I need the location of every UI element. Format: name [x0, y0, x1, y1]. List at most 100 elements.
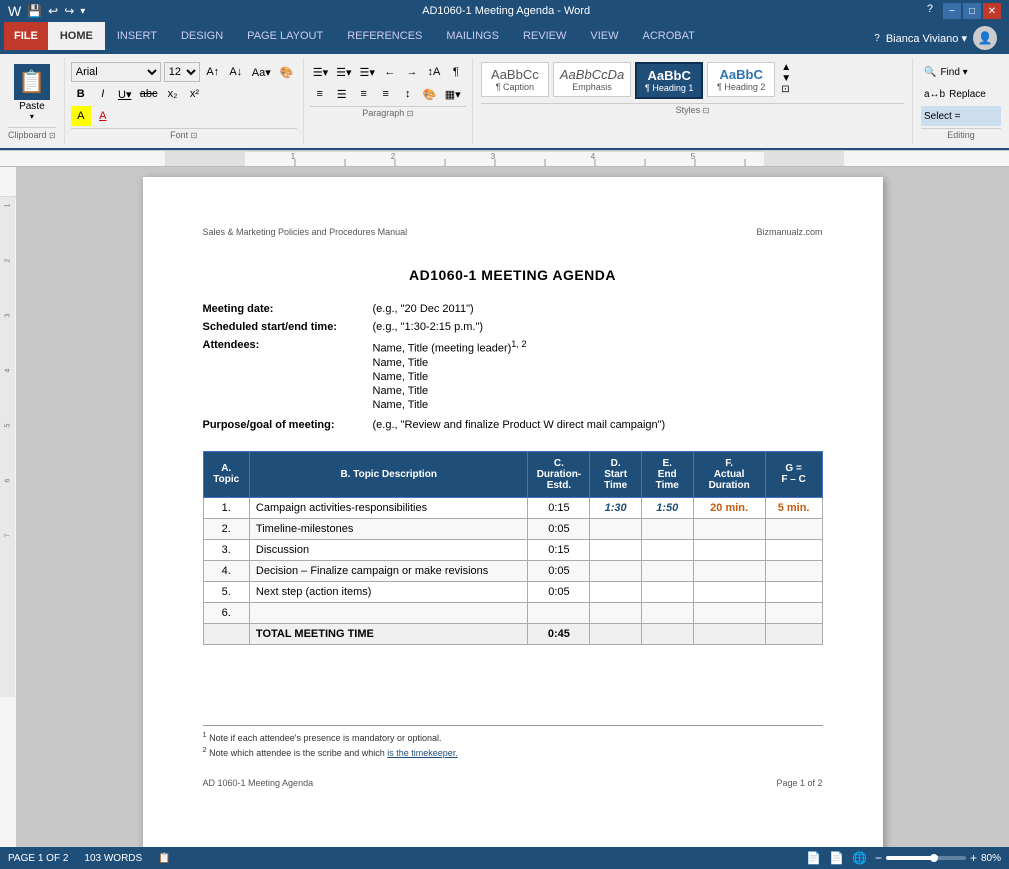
subscript-button[interactable]: x₂	[162, 84, 182, 104]
show-paragraph-button[interactable]: ¶	[446, 62, 466, 82]
zoom-out-button[interactable]: −	[875, 851, 882, 865]
align-left-button[interactable]: ≡	[310, 84, 330, 104]
row1-start: 1:30	[590, 497, 642, 518]
font-size-select[interactable]: 12	[164, 62, 200, 82]
bold-button[interactable]: B	[71, 84, 91, 104]
table-row: 5. Next step (action items) 0:05	[203, 581, 822, 602]
document-title: AD1060-1 Meeting Agenda - Word	[422, 5, 590, 17]
vertical-ruler: 1 2 3 4 5 6 7	[0, 167, 16, 868]
row1-duration: 0:15	[528, 497, 590, 518]
align-center-button[interactable]: ☰	[332, 84, 352, 104]
underline-button[interactable]: U▾	[115, 84, 135, 104]
find-icon: 🔍	[924, 67, 936, 78]
close-button[interactable]: ✕	[983, 3, 1001, 19]
font-color-button[interactable]: A	[93, 106, 113, 126]
row3-duration: 0:15	[528, 539, 590, 560]
zoom-in-button[interactable]: +	[970, 851, 977, 865]
style-emphasis[interactable]: AaBbCcDa Emphasis	[553, 62, 631, 97]
zoom-level[interactable]: 80%	[981, 853, 1001, 864]
find-button[interactable]: 🔍 Find ▾	[921, 62, 1001, 82]
maximize-button[interactable]: □	[963, 3, 981, 19]
styles-group: AaBbCc ¶ Caption AaBbCcDa Emphasis AaBbC…	[473, 58, 913, 144]
shading-button[interactable]: 🎨	[420, 84, 440, 104]
view-mode-web[interactable]: 🌐	[852, 851, 867, 865]
username[interactable]: Bianca Viviano ▾	[886, 32, 967, 45]
paragraph-label: Paragraph ⊡	[310, 106, 466, 118]
minimize-button[interactable]: −	[943, 3, 961, 19]
tab-mailings[interactable]: MAILINGS	[434, 22, 511, 50]
justify-button[interactable]: ≡	[376, 84, 396, 104]
bullet-list-button[interactable]: ☰▾	[310, 62, 331, 82]
attendee-5: Name, Title	[373, 399, 823, 411]
italic-button[interactable]: I	[93, 84, 113, 104]
zoom-bar[interactable]	[886, 856, 966, 860]
zoom-controls: − + 80%	[875, 851, 1001, 865]
styles-scroll-up[interactable]: ▲ ▼ ⊡	[781, 62, 791, 95]
row4-desc: Decision – Finalize campaign or make rev…	[249, 560, 528, 581]
font-label: Font ⊡	[71, 128, 297, 140]
row4-diff	[765, 560, 822, 581]
tab-references[interactable]: REFERENCES	[335, 22, 434, 50]
replace-button[interactable]: a↔b Replace	[921, 84, 1001, 104]
select-button[interactable]: Select =	[921, 106, 1001, 126]
document-area: 1 2 3 4 5 6 7 Sales & Marketing Policies…	[0, 167, 1009, 868]
word-count: 103 WORDS	[84, 853, 142, 864]
total-actual	[693, 623, 765, 644]
text-highlight-button[interactable]: A	[71, 106, 91, 126]
tab-home[interactable]: HOME	[48, 22, 105, 50]
row4-duration: 0:05	[528, 560, 590, 581]
row6-diff	[765, 602, 822, 623]
tab-page-layout[interactable]: PAGE LAYOUT	[235, 22, 335, 50]
tab-file[interactable]: FILE	[4, 22, 48, 50]
grow-font-button[interactable]: A↑	[203, 62, 223, 82]
row4-start	[590, 560, 642, 581]
row3-diff	[765, 539, 822, 560]
align-right-button[interactable]: ≡	[354, 84, 374, 104]
total-end	[641, 623, 693, 644]
styles-label: Styles ⊡	[481, 103, 904, 115]
line-spacing-button[interactable]: ↕	[398, 84, 418, 104]
multilevel-list-button[interactable]: ☰▾	[357, 62, 378, 82]
scheduled-label: Scheduled start/end time:	[203, 321, 373, 333]
ribbon: FILE HOME INSERT DESIGN PAGE LAYOUT REFE…	[0, 22, 1009, 151]
superscript-button[interactable]: x²	[184, 84, 204, 104]
style-caption[interactable]: AaBbCc ¶ Caption	[481, 62, 549, 97]
ruler-markings: 1 2 3 4 5 6	[245, 151, 764, 167]
paste-button[interactable]: 📋 Paste ▾	[10, 62, 54, 127]
user-avatar: 👤	[973, 26, 997, 50]
svg-text:1: 1	[291, 152, 296, 161]
increase-indent-button[interactable]: →	[402, 62, 422, 82]
tab-design[interactable]: DESIGN	[169, 22, 235, 50]
row1-end: 1:50	[641, 497, 693, 518]
style-heading1[interactable]: AaBbC ¶ Heading 1	[635, 62, 703, 99]
quick-access-redo[interactable]: ↪	[64, 4, 74, 18]
change-case-button[interactable]: Aa▾	[249, 62, 274, 82]
tab-review[interactable]: REVIEW	[511, 22, 578, 50]
sort-button[interactable]: ↕A	[424, 62, 444, 82]
tab-view[interactable]: VIEW	[578, 22, 630, 50]
decrease-indent-button[interactable]: ←	[380, 62, 400, 82]
tab-insert[interactable]: INSERT	[105, 22, 169, 50]
quick-access-save[interactable]: 💾	[27, 4, 42, 18]
clear-format-button[interactable]: 🎨	[277, 62, 297, 82]
tab-acrobat[interactable]: ACROBAT	[630, 22, 706, 50]
numbered-list-button[interactable]: ☰▾	[333, 62, 354, 82]
attendees-values: Name, Title (meeting leader)1, 2 Name, T…	[373, 339, 823, 413]
font-name-select[interactable]: Arial	[71, 62, 161, 82]
user-area[interactable]: ? Bianca Viviano ▾ 👤	[862, 22, 1009, 54]
quick-access-more[interactable]: ▾	[80, 6, 85, 17]
shrink-font-button[interactable]: A↓	[226, 62, 246, 82]
row2-desc: Timeline-milestones	[249, 518, 528, 539]
proofing-icon[interactable]: 📋	[158, 853, 170, 864]
style-heading2[interactable]: AaBbC ¶ Heading 2	[707, 62, 775, 97]
view-mode-print[interactable]: 📄	[829, 851, 844, 865]
timekeeper-link[interactable]: is the timekeeper.	[387, 748, 458, 758]
strikethrough-button[interactable]: abc	[137, 84, 161, 104]
quick-access-undo[interactable]: ↩	[48, 4, 58, 18]
word-icon: W	[8, 3, 21, 19]
document-scroll-area[interactable]: Sales & Marketing Policies and Procedure…	[16, 167, 1009, 868]
borders-button[interactable]: ▦▾	[442, 84, 464, 104]
view-mode-read[interactable]: 📄	[806, 851, 821, 865]
help-button[interactable]: ?	[927, 3, 933, 19]
row2-actual	[693, 518, 765, 539]
